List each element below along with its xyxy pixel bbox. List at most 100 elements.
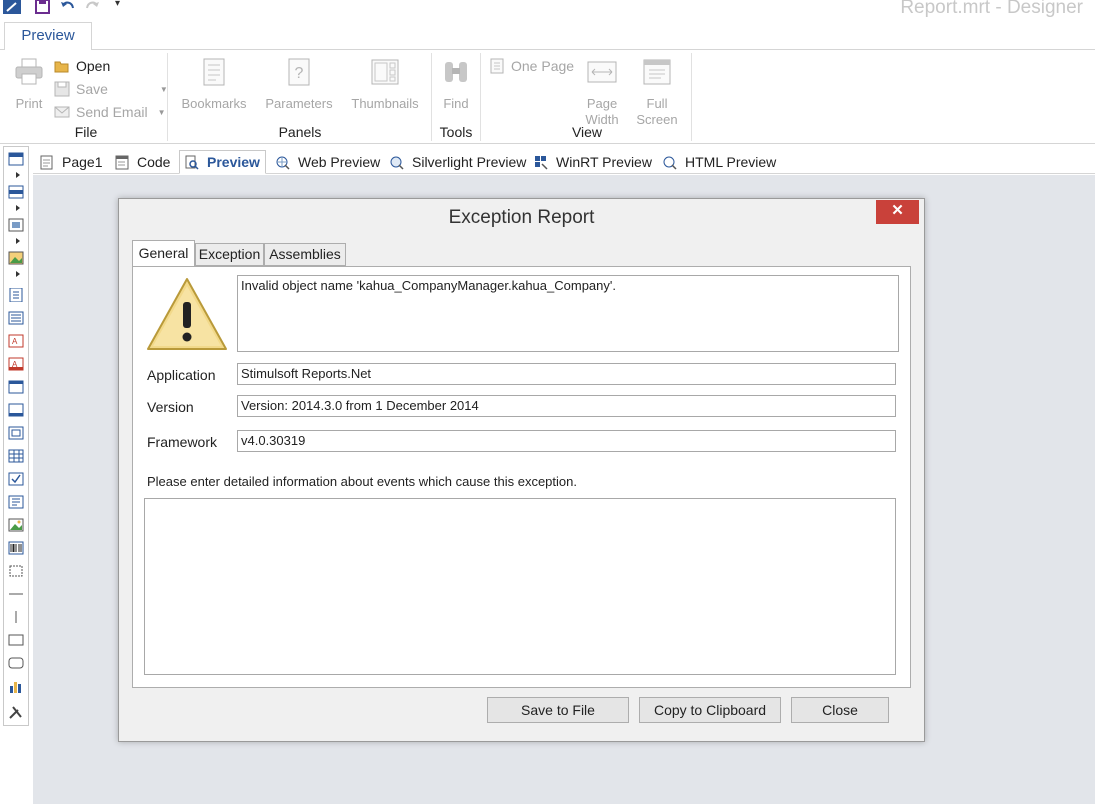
group-separator [691,53,692,141]
image-band-icon[interactable] [8,251,24,265]
tab-preview[interactable]: Preview [179,150,266,174]
tab-winrt-preview-label: WinRT Preview [556,154,652,170]
save-icon[interactable] [35,0,50,14]
open-button[interactable]: Open [54,56,110,76]
zip-code-icon[interactable] [8,495,24,509]
tab-html-preview[interactable]: HTML Preview [663,150,776,174]
redo-icon[interactable] [84,0,100,12]
full-screen-label-1: Full [646,96,668,111]
component-toolbox: A A [3,146,29,726]
file-group-label: File [74,124,98,140]
label-icon[interactable]: A [8,357,24,371]
version-field: Version: 2014.3.0 from 1 December 2014 [237,395,896,417]
chart-icon[interactable] [8,679,24,693]
folder-open-icon [54,61,69,73]
rich-text-icon[interactable] [8,311,24,325]
save-report-button[interactable]: Save ▼ [54,79,168,99]
shape-icon[interactable] [8,564,24,578]
close-button[interactable]: Close [791,697,889,723]
page-header-band-icon[interactable] [8,152,24,166]
customize-quick-access-icon[interactable]: ▾ [115,0,120,9]
rounded-rectangle-icon[interactable] [8,656,24,670]
svg-text:A: A [12,337,18,346]
send-email-icon [54,106,70,118]
tab-assemblies[interactable]: Assemblies [264,243,346,266]
page-width-button[interactable]: Page Width [580,58,624,128]
code-icon [115,155,129,169]
vertical-line-icon[interactable] [8,610,24,624]
tab-page1[interactable]: Page1 [40,150,102,174]
save-disk-icon [54,81,70,97]
tab-web-preview-label: Web Preview [298,154,381,170]
panels-group-label: Panels [278,124,322,140]
cross-band-icon[interactable] [8,218,24,232]
text-box-icon[interactable]: A [8,334,24,348]
silverlight-preview-icon [390,156,404,170]
tools-group-label: Tools [439,124,473,140]
thumbnails-button[interactable]: Thumbnails [347,58,423,112]
application-field: Stimulsoft Reports.Net [237,363,896,385]
one-page-label: One Page [511,58,575,74]
tools-icon[interactable] [8,705,24,719]
preview-icon [185,155,199,170]
ribbon-tab-preview[interactable]: Preview [4,22,92,51]
one-page-button[interactable]: One Page [489,56,574,76]
full-screen-button[interactable]: Full Screen [634,58,680,128]
print-label: Print [15,96,43,111]
tab-preview-label: Preview [207,154,260,170]
tab-code[interactable]: Code [115,150,170,174]
bookmarks-button[interactable]: Bookmarks [176,58,252,112]
ribbon-tab-bar: Preview [0,20,1095,51]
thumbnails-label: Thumbnails [351,96,419,111]
checkbox-component-icon[interactable] [8,472,24,486]
horizontal-line-icon[interactable] [8,587,24,601]
print-button[interactable]: Print [10,58,48,112]
svg-text:?: ? [295,65,304,82]
group-separator [431,53,432,141]
details-textarea[interactable] [144,498,896,675]
undo-icon[interactable] [60,0,76,12]
printer-icon [15,58,43,85]
one-page-icon [490,58,504,74]
send-email-button[interactable]: Send Email ▼ [54,102,166,122]
image-component-icon[interactable] [8,518,24,532]
tab-general[interactable]: General [132,240,195,267]
view-group-label: View [571,124,603,140]
parameters-label: Parameters [265,96,333,111]
thumbnails-icon [371,59,399,85]
group-separator [480,53,481,141]
footer-icon[interactable] [8,403,24,417]
barcode-icon[interactable] [8,541,24,555]
send-email-dropdown-arrow-icon[interactable]: ▼ [158,108,166,117]
tab-web-preview[interactable]: Web Preview [276,150,380,174]
open-label: Open [76,58,111,74]
framework-field: v4.0.30319 [237,430,896,452]
full-screen-label-2: Screen [636,112,678,127]
dialog-close-icon[interactable]: ✕ [876,200,919,224]
expand-arrow-icon[interactable] [16,172,20,178]
parameters-icon: ? [288,58,310,86]
text-component-icon[interactable] [8,288,24,302]
group-separator [167,53,168,141]
tab-winrt-preview[interactable]: WinRT Preview [534,150,652,174]
tab-page1-label: Page1 [62,154,103,170]
save-to-file-button[interactable]: Save to File [487,697,629,723]
bookmarks-label: Bookmarks [181,96,247,111]
page-tab-bar: Page1 Code Preview Web Preview Silverlig… [33,150,1095,174]
copy-to-clipboard-button[interactable]: Copy to Clipboard [639,697,781,723]
tab-silverlight-preview[interactable]: Silverlight Preview [390,150,526,174]
panel-icon[interactable] [8,380,24,394]
expand-arrow-icon[interactable] [16,238,20,244]
framework-label: Framework [147,434,218,450]
find-button[interactable]: Find [437,58,475,112]
data-band-icon[interactable] [8,185,24,199]
expand-arrow-icon[interactable] [16,205,20,211]
sub-report-icon[interactable] [8,426,24,440]
expand-arrow-icon[interactable] [16,271,20,277]
table-icon[interactable] [8,449,24,463]
version-label: Version [147,399,194,415]
binoculars-icon [445,62,467,82]
tab-exception[interactable]: Exception [195,243,264,266]
parameters-button[interactable]: ? Parameters [261,58,337,112]
rectangle-icon[interactable] [8,633,24,647]
